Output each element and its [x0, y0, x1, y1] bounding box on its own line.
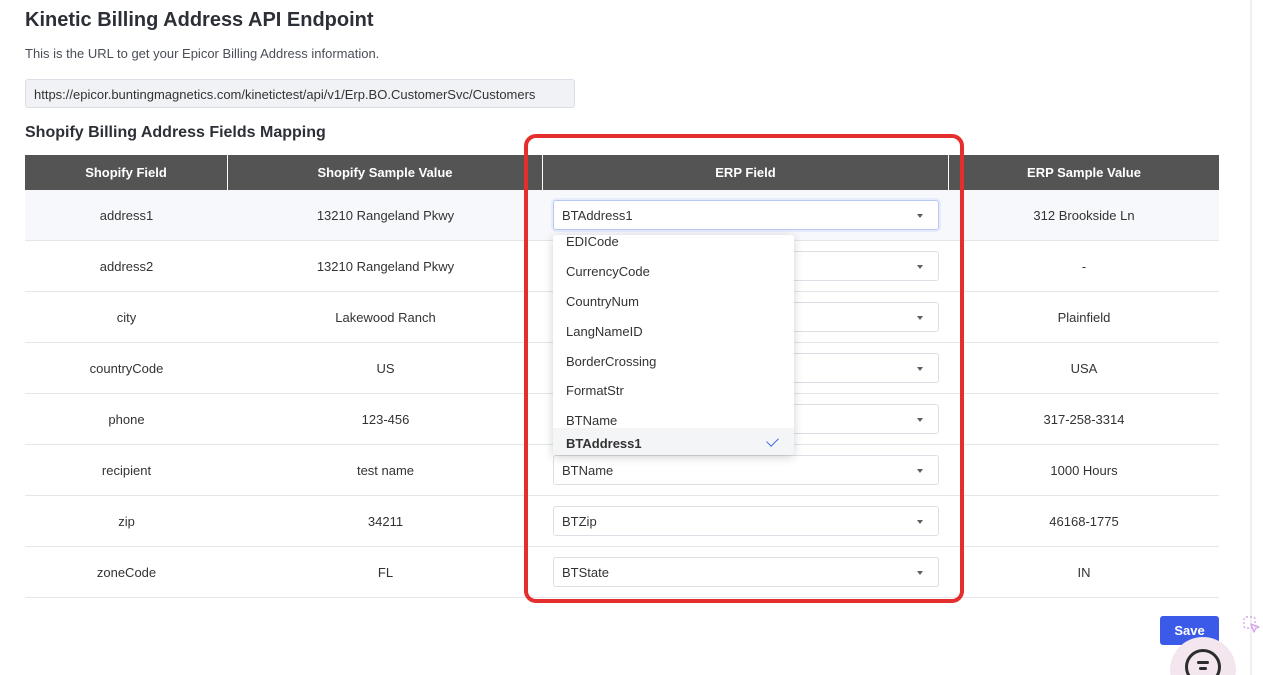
erp-sample-cell: Plainfield	[1057, 309, 1111, 325]
endpoint-description: This is the URL to get your Epicor Billi…	[25, 46, 380, 61]
shopify-field-cell: zip	[118, 513, 135, 529]
erp-field-highlight-box	[524, 134, 964, 603]
cursor-select-icon[interactable]	[1243, 616, 1261, 634]
shopify-field-cell: address1	[99, 207, 154, 223]
page-title: Kinetic Billing Address API Endpoint	[25, 9, 374, 31]
erp-sample-cell: 46168-1775	[1049, 513, 1119, 529]
column-header-shopify-sample: Shopify Sample Value	[228, 155, 543, 190]
shopify-field-cell: recipient	[101, 462, 152, 478]
shopify-sample-cell: FL	[377, 564, 394, 580]
erp-sample-cell: IN	[1077, 564, 1091, 580]
shopify-sample-cell: 13210 Rangeland Pkwy	[316, 207, 455, 223]
erp-sample-cell: -	[1081, 258, 1087, 274]
shopify-field-cell: zoneCode	[96, 564, 157, 580]
shopify-field-cell: phone	[108, 411, 145, 427]
shopify-sample-cell: 13210 Rangeland Pkwy	[316, 258, 455, 274]
shopify-field-cell: city	[116, 309, 137, 325]
column-header-erp-sample: ERP Sample Value	[1027, 165, 1141, 180]
shopify-sample-cell: 34211	[367, 513, 404, 529]
shopify-field-cell: countryCode	[89, 360, 164, 376]
erp-sample-cell: USA	[1070, 360, 1098, 376]
shopify-field-cell: address2	[99, 258, 154, 274]
chat-icon	[1185, 649, 1221, 675]
shopify-sample-cell: test name	[356, 462, 415, 478]
chat-icon-line	[1197, 661, 1209, 664]
shopify-sample-cell: 123-456	[361, 411, 410, 427]
erp-sample-cell: 317-258-3314	[1043, 411, 1125, 427]
column-header-shopify-field: Shopify Field	[25, 155, 228, 190]
page-edge-divider	[1250, 0, 1252, 675]
shopify-sample-cell: US	[376, 360, 395, 376]
erp-sample-cell: 1000 Hours	[1050, 462, 1118, 478]
shopify-sample-cell: Lakewood Ranch	[335, 309, 436, 325]
mapping-section-title: Shopify Billing Address Fields Mapping	[25, 124, 326, 141]
endpoint-url-field[interactable]: https://epicor.buntingmagnetics.com/kine…	[25, 79, 575, 108]
chat-icon-line	[1199, 667, 1207, 670]
erp-sample-cell: 312 Brookside Ln	[1033, 207, 1135, 223]
